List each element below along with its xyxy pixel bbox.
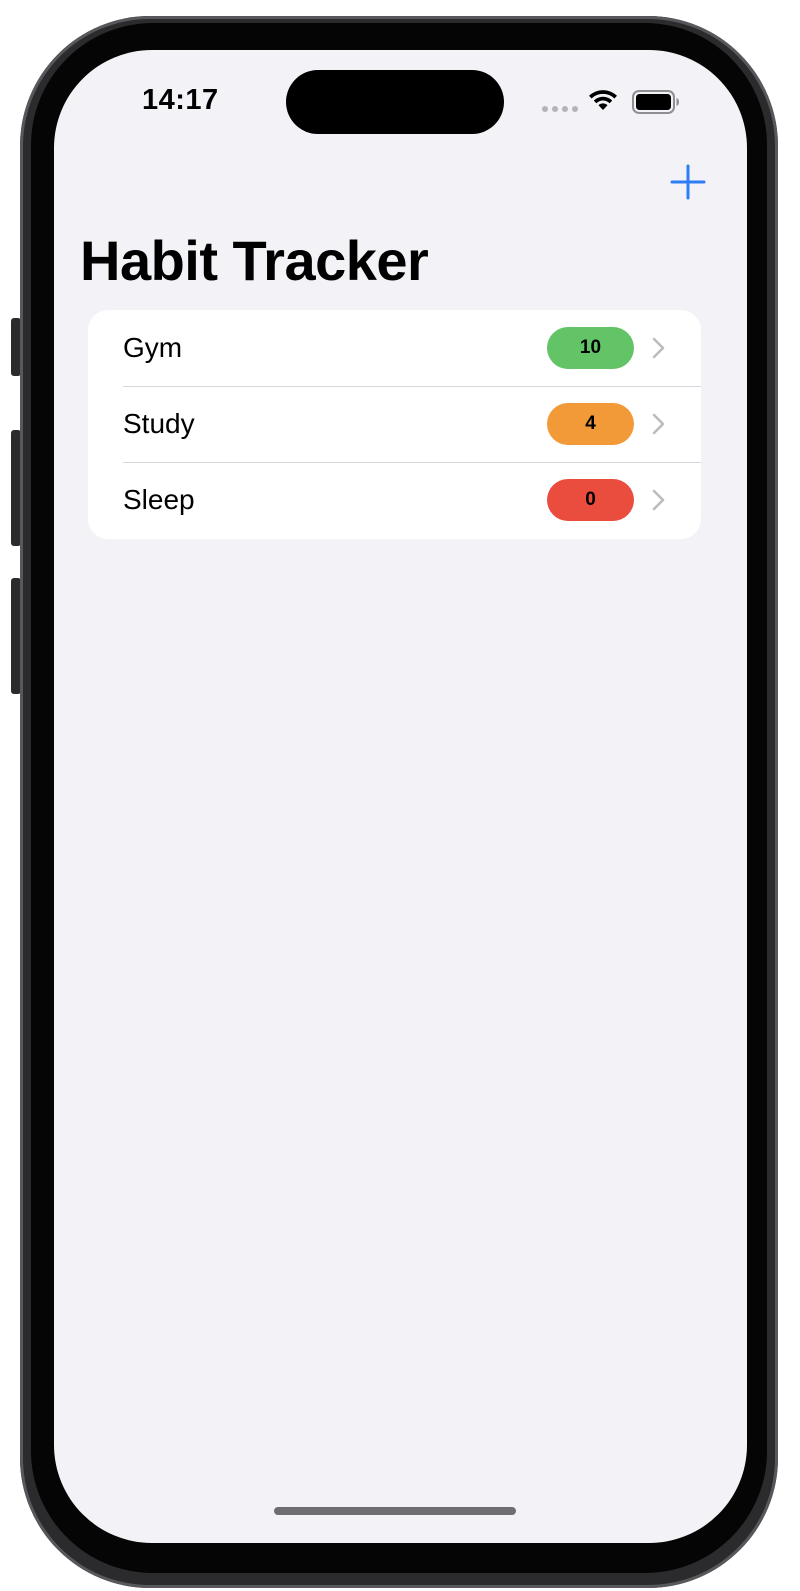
- plus-icon: [670, 164, 706, 200]
- dynamic-island: [286, 70, 504, 134]
- habit-row-gym[interactable]: Gym 10: [88, 310, 701, 386]
- habit-list: Gym 10 Study 4 Sleep 0: [88, 310, 701, 539]
- app-screen: 14:17 Habit Tracker Gym 10 Study 4 Sleep…: [54, 50, 747, 1543]
- habit-count-badge: 10: [547, 327, 634, 369]
- wifi-icon: [589, 90, 617, 110]
- habit-row-sleep[interactable]: Sleep 0: [88, 462, 701, 538]
- habit-name: Study: [123, 408, 195, 439]
- status-time: 14:17: [142, 84, 219, 116]
- habit-name: Gym: [123, 332, 183, 363]
- battery-full-icon: [632, 90, 679, 114]
- home-indicator[interactable]: [274, 1507, 516, 1515]
- chevron-right-icon: [652, 489, 665, 511]
- cellular-signal-icon: [542, 106, 578, 112]
- add-habit-button[interactable]: [668, 162, 708, 202]
- habit-row-study[interactable]: Study 4: [88, 386, 701, 462]
- habit-name: Sleep: [123, 484, 195, 515]
- habit-count-badge: 0: [547, 479, 634, 521]
- habit-count-badge: 4: [547, 403, 634, 445]
- chevron-right-icon: [652, 413, 665, 435]
- page-title: Habit Tracker: [80, 229, 429, 292]
- chevron-right-icon: [652, 337, 665, 359]
